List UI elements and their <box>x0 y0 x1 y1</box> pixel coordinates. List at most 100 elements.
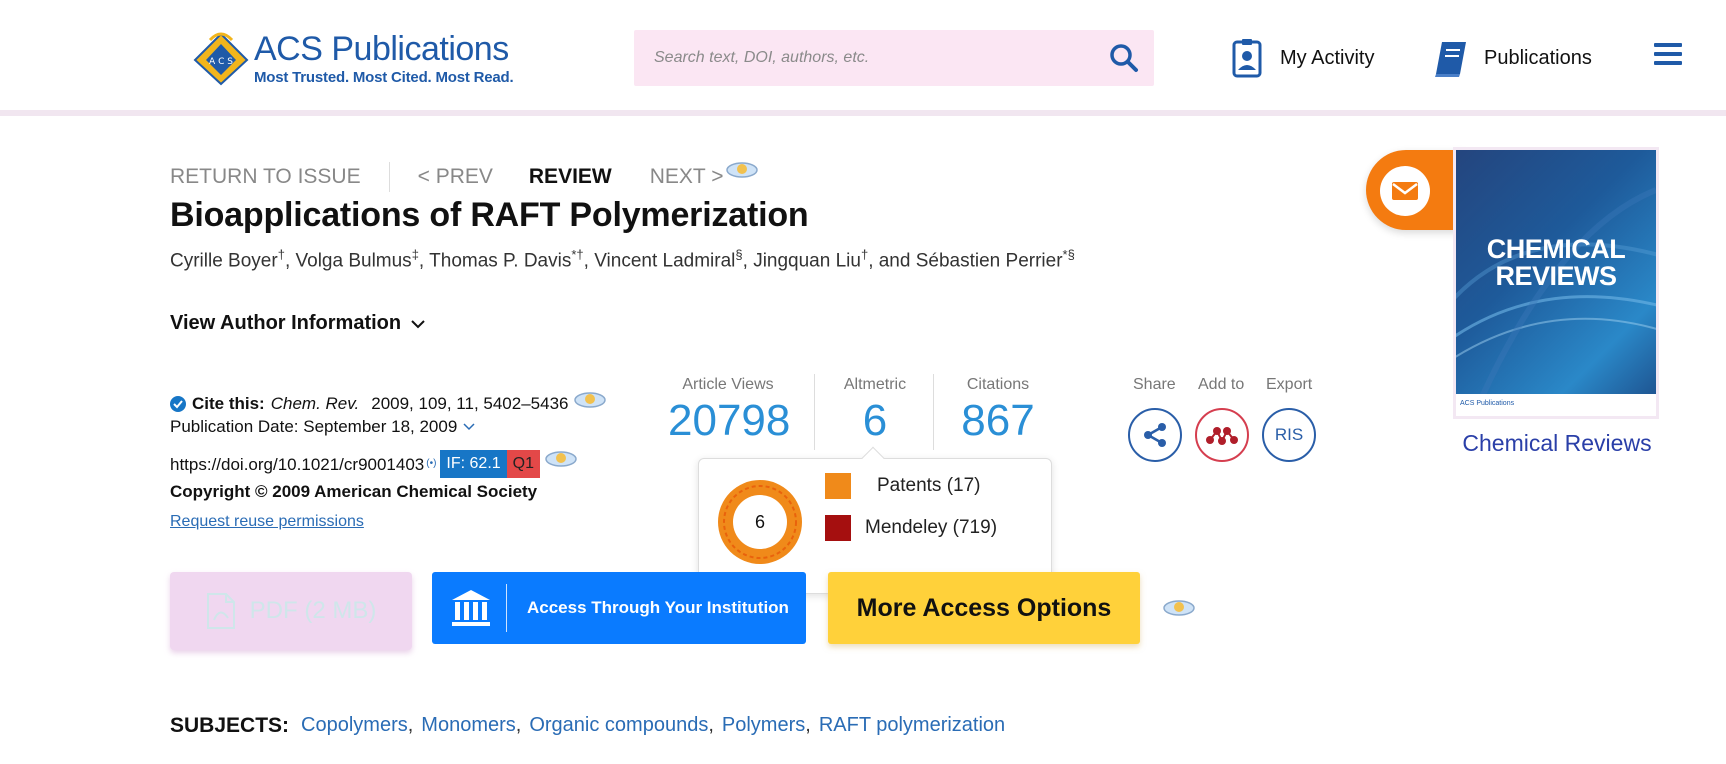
search-icon[interactable] <box>1108 42 1140 74</box>
export-label: Export <box>1266 376 1313 393</box>
chevron-down-icon <box>411 319 425 328</box>
divider <box>814 374 815 450</box>
divider <box>388 162 390 192</box>
view-author-info-label: View Author Information <box>170 312 402 334</box>
separator: , <box>515 714 522 736</box>
logo-brand: ACS Publications <box>254 29 509 68</box>
email-alert-tab[interactable] <box>1366 150 1466 230</box>
book-icon <box>1435 42 1466 77</box>
extension-eye-icon[interactable] <box>544 447 578 469</box>
author-name[interactable]: Volga Bulmus <box>296 250 412 271</box>
author-separator: , <box>418 250 430 272</box>
extension-eye-icon[interactable] <box>1162 596 1196 618</box>
subject-link[interactable]: Organic compounds <box>529 714 708 738</box>
legend-item-patents: Patents (17) <box>825 473 981 499</box>
add-to-label: Add to <box>1198 376 1245 393</box>
subject-link[interactable]: Copolymers <box>301 714 408 738</box>
subject-link[interactable]: Polymers <box>722 714 805 738</box>
divider <box>506 584 507 632</box>
prev-link[interactable]: < PREV <box>418 165 493 189</box>
share-label: Share <box>1133 376 1176 393</box>
author-separator: , <box>742 250 754 272</box>
author-name[interactable]: Vincent Ladmiral <box>594 250 735 271</box>
subjects-row: SUBJECTS: Copolymers, Monomers, Organic … <box>170 714 1005 738</box>
envelope-icon <box>1380 166 1430 216</box>
affiliation-mark: ‡ <box>411 247 419 262</box>
acs-logo[interactable]: A C S ACS Publications Most Trusted. Mos… <box>192 29 514 86</box>
hamburger-menu-icon[interactable] <box>1654 42 1682 66</box>
altmetric-score: 6 <box>754 511 765 532</box>
author-name[interactable]: Jingquan Liu <box>753 250 861 271</box>
metric-label: Altmetric <box>843 376 907 393</box>
institution-icon <box>452 590 490 626</box>
affiliation-mark: *§ <box>1062 247 1075 262</box>
share-button[interactable] <box>1128 408 1182 462</box>
publications-label: Publications <box>1484 46 1592 69</box>
legend-label: Mendeley (719) <box>865 517 998 538</box>
altmetric-metric[interactable]: Altmetric 6 <box>830 376 920 446</box>
pdf-label: PDF (2 MB) <box>249 597 377 624</box>
metric-value: 867 <box>961 396 1035 445</box>
popup-arrow <box>861 446 885 470</box>
affiliation-mark: † <box>277 247 285 262</box>
export-ris-button[interactable]: RIS <box>1262 408 1316 462</box>
search-input[interactable] <box>654 49 1094 67</box>
return-to-issue-link[interactable]: RETURN TO ISSUE <box>170 165 361 189</box>
institution-label: Access Through Your Institution <box>527 598 789 617</box>
separator: , <box>708 714 714 736</box>
doi-link[interactable]: https://doi.org/10.1021/cr9001403 <box>170 451 424 478</box>
acs-logo-icon: A C S <box>193 32 249 86</box>
next-link[interactable]: NEXT > <box>650 165 724 189</box>
mendeley-icon <box>1206 427 1238 445</box>
legend-item-mendeley: Mendeley (719) <box>825 515 997 541</box>
journal-cover[interactable]: CHEMICAL REVIEWS ACS Publications <box>1456 150 1656 416</box>
author-name[interactable]: Cyrille Boyer <box>170 250 278 271</box>
affiliation-mark: § <box>735 247 743 262</box>
subjects-label: SUBJECTS: <box>170 714 290 737</box>
affiliation-mark: *† <box>571 247 584 262</box>
access-through-institution-button[interactable]: Access Through Your Institution <box>432 572 806 644</box>
quartile-badge: Q1 <box>506 450 541 478</box>
metric-value: 6 <box>862 396 888 445</box>
pdf-file-icon <box>206 593 235 629</box>
metric-value: 20798 <box>668 396 791 445</box>
author-name[interactable]: Thomas P. Davis <box>429 250 571 271</box>
my-activity-link[interactable]: My Activity <box>1228 38 1374 78</box>
logo-tagline: Most Trusted. Most Cited. Most Read. <box>254 68 514 86</box>
more-access-label: More Access Options <box>856 593 1112 622</box>
more-access-options-button[interactable]: More Access Options <box>828 572 1140 644</box>
reuse-permissions-link[interactable]: Request reuse permissions <box>170 509 364 535</box>
extension-eye-icon[interactable] <box>573 388 607 410</box>
cover-title-line: REVIEWS <box>1495 261 1617 291</box>
svg-text:A C S: A C S <box>209 57 233 67</box>
separator: , <box>805 714 811 736</box>
divider <box>933 374 934 450</box>
view-author-info-toggle[interactable]: View Author Information <box>170 312 425 335</box>
citations-metric[interactable]: Citations 867 <box>950 376 1046 446</box>
share-icon <box>1144 423 1166 447</box>
author-name[interactable]: Sébastien Perrier <box>916 250 1063 271</box>
legend-swatch <box>825 515 851 541</box>
author-separator: , <box>583 250 595 272</box>
extension-eye-icon[interactable] <box>725 158 759 180</box>
pdf-download-button[interactable]: PDF (2 MB) <box>170 572 412 650</box>
cover-publisher: ACS Publications <box>1456 394 1656 416</box>
metric-label: Citations <box>966 376 1030 393</box>
copyright: Copyright © 2009 American Chemical Socie… <box>170 481 538 501</box>
article-views-metric: Article Views 20798 <box>668 376 791 446</box>
badge-icon <box>1232 39 1262 78</box>
subject-link[interactable]: RAFT polymerization <box>819 714 1005 738</box>
author-separator: , and <box>868 250 916 272</box>
cover-title-line: CHEMICAL <box>1486 234 1626 264</box>
author-list: Cyrille Boyer†, Volga Bulmus‡, Thomas P.… <box>170 247 1075 272</box>
journal-name-link[interactable]: Chemical Reviews <box>1460 430 1654 457</box>
article-title: Bioapplications of RAFT Polymerization <box>170 196 809 234</box>
publications-link[interactable]: Publications <box>1432 38 1592 78</box>
subject-link[interactable]: Monomers <box>421 714 515 738</box>
add-to-mendeley-button[interactable] <box>1195 408 1249 462</box>
chevron-down-icon[interactable] <box>463 423 475 431</box>
site-header: A C S ACS Publications Most Trusted. Mos… <box>0 0 1726 116</box>
legend-label: Patents (17) <box>877 475 981 496</box>
citation-block: Cite this: Chem. Rev. 2009, 109, 11, 540… <box>170 390 607 535</box>
publication-date: Publication Date: September 18, 2009 <box>170 417 458 437</box>
